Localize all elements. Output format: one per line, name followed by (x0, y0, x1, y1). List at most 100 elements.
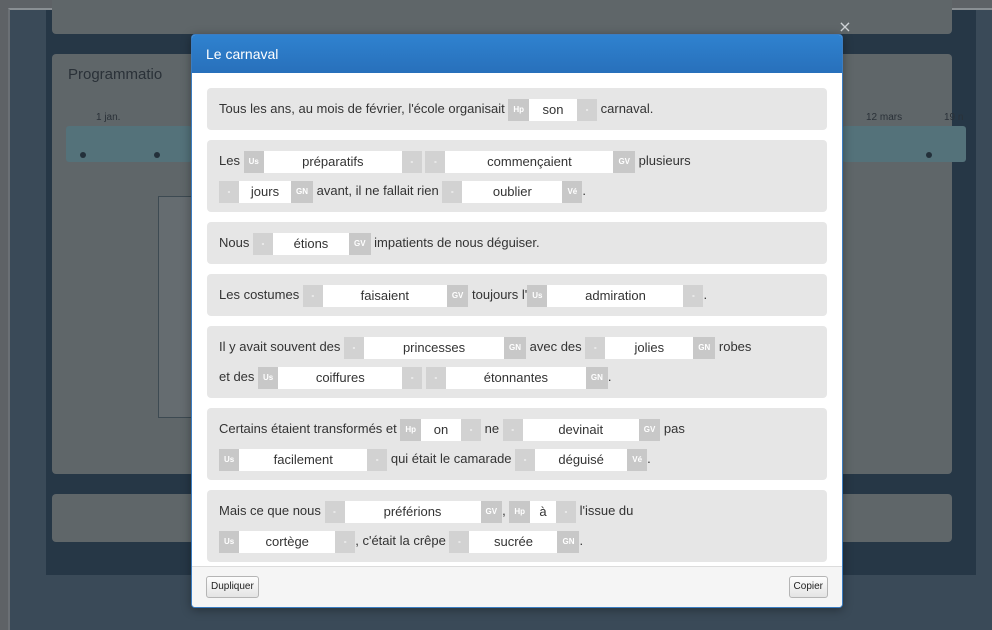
grammar-tag[interactable]: - (555, 500, 576, 523)
grammar-tag[interactable]: Hp (509, 500, 530, 523)
modal-footer: Dupliquer Copier (192, 566, 842, 607)
word-box[interactable]: cortège (239, 530, 336, 553)
sentence-text: plusieurs (635, 153, 691, 168)
word-box[interactable]: préparatifs (263, 150, 402, 173)
background-top-card (52, 0, 952, 34)
sentence-list: Tous les ans, au mois de février, l'écol… (192, 73, 842, 562)
word-box[interactable]: facilement (239, 448, 368, 471)
grammar-tag[interactable]: - (515, 448, 536, 471)
grammar-tag[interactable]: - (401, 150, 422, 173)
copy-button[interactable]: Copier (788, 576, 828, 598)
grammar-tag[interactable]: - (402, 366, 423, 389)
sentence-text: Tous les ans, au mois de février, l'écol… (219, 101, 509, 116)
grammar-tag[interactable]: - (425, 366, 446, 389)
sentence-text: Certains étaient transformés et (219, 421, 401, 436)
grammar-tag[interactable]: GV (348, 232, 371, 255)
sentence-text: . (647, 451, 651, 466)
word-box[interactable]: préférions (344, 500, 481, 523)
sentence-row: Mais ce que nous - préférions GV, Hp à - l'i… (207, 490, 827, 562)
grammar-tag[interactable]: - (683, 284, 704, 307)
grammar-tag[interactable]: GN (291, 180, 313, 203)
timeline-strip (842, 126, 966, 162)
grammar-tag[interactable]: Us (258, 366, 279, 389)
grammar-tag[interactable]: GN (557, 530, 580, 553)
sentence-row: Certains étaient transformés et Hp on - ne… (207, 408, 827, 480)
sentence-text: Les (219, 153, 244, 168)
grammar-tag[interactable]: GV (638, 418, 661, 441)
sentence-text: Les costumes (219, 287, 303, 302)
grammar-tag[interactable]: GV (480, 500, 503, 523)
sentence-text: avec des (526, 339, 586, 354)
grammar-tag[interactable]: Hp (400, 418, 422, 441)
grammar-tag[interactable]: - (344, 336, 365, 359)
sentence-text: . (607, 369, 612, 384)
grammar-tag[interactable]: Us (219, 530, 240, 553)
grammar-tag[interactable]: GN (693, 336, 716, 359)
grammar-tag[interactable]: - (219, 180, 239, 203)
sentence-text: . (582, 183, 586, 198)
timeline-date: 1 jan. (96, 112, 121, 123)
grammar-tag[interactable]: Vé (562, 180, 583, 203)
word-box[interactable]: sucrée (469, 530, 558, 553)
programmation-title: Programmatio (68, 66, 163, 83)
sentence-text: toujours l' (468, 287, 528, 302)
word-box[interactable]: on (421, 418, 462, 441)
grammar-tag[interactable]: - (302, 284, 323, 307)
grammar-tag[interactable]: GV (613, 150, 635, 173)
word-box[interactable]: devinait (522, 418, 639, 441)
word-box[interactable]: étonnantes (445, 366, 586, 389)
grammar-tag[interactable]: - (252, 232, 273, 255)
sentence-text: robes (715, 339, 752, 354)
eye-icon (80, 152, 86, 158)
sentence-row: Tous les ans, au mois de février, l'écol… (207, 88, 827, 130)
word-box[interactable]: coiffures (278, 366, 403, 389)
grammar-tag[interactable]: - (577, 98, 598, 121)
sentence-text: Mais ce que nous (219, 503, 325, 518)
sentence-text: carnaval. (597, 101, 654, 116)
sentence-row: Il y avait souvent des - princesses GN ave… (207, 326, 827, 398)
grammar-tag[interactable]: - (449, 530, 470, 553)
word-box[interactable]: son (529, 98, 578, 121)
word-box[interactable]: oublier (462, 180, 563, 203)
grammar-tag[interactable]: - (425, 150, 446, 173)
grammar-tag[interactable]: - (461, 418, 482, 441)
close-icon[interactable]: × (838, 19, 852, 35)
duplicate-button[interactable]: Dupliquer (206, 576, 259, 598)
sentence-text: avant, il ne fallait rien (313, 183, 443, 198)
grammar-tag[interactable]: Us (527, 284, 548, 307)
grammar-tag[interactable]: GV (446, 284, 469, 307)
word-box[interactable]: jolies (605, 336, 694, 359)
timeline-date: 12 mars (866, 112, 903, 123)
sentence-row: Les costumes - faisaient GV toujours l' Us a… (207, 274, 827, 316)
sentence-text: Nous (219, 235, 253, 250)
sentence-row: Nous - étions GV impatients de nous déguis… (207, 222, 827, 264)
grammar-tag[interactable]: Hp (508, 98, 530, 121)
modal-title: Le carnaval (192, 35, 842, 73)
word-box[interactable]: princesses (364, 336, 505, 359)
sentence-row: Les Us préparatifs - - commençaient GV plusi… (207, 140, 827, 212)
word-box[interactable]: jours (239, 180, 291, 203)
grammar-tag[interactable]: Us (243, 150, 264, 173)
grammar-tag[interactable]: - (442, 180, 463, 203)
sentence-text: Il y avait souvent des (219, 339, 345, 354)
sentence-text: , (502, 503, 510, 518)
word-box[interactable]: commençaient (445, 150, 614, 173)
sentence-text: . (579, 533, 584, 548)
eye-icon (154, 152, 160, 158)
grammar-tag[interactable]: - (367, 448, 388, 471)
word-box[interactable]: déguisé (535, 448, 628, 471)
grammar-tag[interactable]: GN (504, 336, 527, 359)
grammar-tag[interactable]: Us (219, 448, 240, 471)
grammar-tag[interactable]: - (335, 530, 356, 553)
sentence-text: qui était le camarade (387, 451, 516, 466)
sentence-text: . (703, 287, 708, 302)
word-box[interactable]: admiration (547, 284, 684, 307)
grammar-tag[interactable]: - (502, 418, 523, 441)
word-box[interactable]: étions (272, 232, 349, 255)
word-box[interactable]: à (529, 500, 556, 523)
grammar-tag[interactable]: Vé (627, 448, 648, 471)
grammar-tag[interactable]: - (585, 336, 606, 359)
grammar-tag[interactable]: GN (585, 366, 608, 389)
word-box[interactable]: faisaient (322, 284, 447, 307)
grammar-tag[interactable]: - (324, 500, 345, 523)
